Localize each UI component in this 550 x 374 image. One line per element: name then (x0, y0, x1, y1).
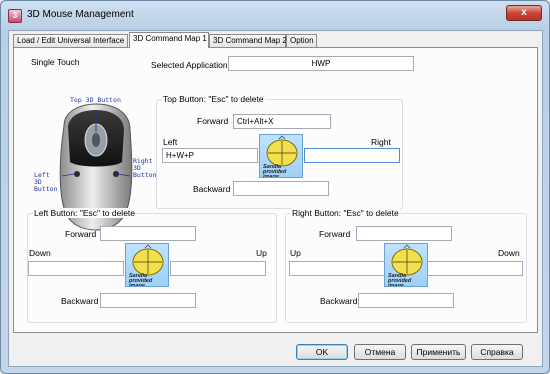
ok-button[interactable]: OK (296, 344, 348, 360)
top-left-field[interactable]: H+W+P (162, 148, 258, 163)
top-forward-label: Forward (197, 116, 229, 126)
right-backward-field[interactable] (358, 293, 454, 308)
left-preview-image: Sandia provided image (125, 243, 169, 287)
right-forward-label: Forward (319, 229, 351, 239)
help-button[interactable]: Справка (471, 344, 523, 360)
left-button-group: Left Button: "Esc" to delete Forward Dow… (27, 208, 277, 323)
right-up-label: Up (290, 248, 301, 258)
title-bar[interactable]: 3 3D Mouse Management x (1, 1, 549, 29)
left-up-label: Up (256, 248, 267, 258)
tab-option[interactable]: Option (286, 34, 317, 47)
right-label-line-3: Button (133, 171, 157, 179)
main-window: 3 3D Mouse Management x Load / Edit Univ… (0, 0, 550, 374)
window-title: 3D Mouse Management (27, 9, 134, 20)
selected-application-field[interactable]: HWP (228, 56, 414, 71)
selected-application-label: Selected Application (151, 60, 228, 70)
close-button[interactable]: x (506, 5, 542, 21)
top-preview-image: Sandia provided image (259, 134, 303, 178)
left-forward-field[interactable] (100, 226, 196, 241)
caption-line-3: image (263, 174, 279, 178)
tab-command-map-2[interactable]: 3D Command Map 2 (209, 34, 287, 47)
top-backward-field[interactable] (233, 181, 329, 196)
right-backward-label: Backward (320, 296, 358, 306)
tab-load-edit[interactable]: Load / Edit Universal Interface (13, 34, 128, 47)
right-preview-image: Sandia provided image (384, 243, 428, 287)
right-button-group-title: Right Button: "Esc" to delete (291, 208, 400, 218)
left-3d-button-label: Left 3D Button (34, 172, 57, 193)
right-preview-caption: Sandia provided image (388, 273, 426, 287)
left-down-label: Down (29, 248, 51, 258)
top-right-field[interactable] (304, 148, 400, 163)
top-backward-label: Backward (193, 184, 231, 194)
top-3d-button-label: Top 3D Button (70, 96, 121, 104)
left-preview-caption: Sandia provided image (129, 273, 167, 287)
top-right-label: Right (371, 137, 391, 147)
left-button-group-title: Left Button: "Esc" to delete (33, 208, 137, 218)
app-icon: 3 (8, 9, 22, 23)
left-backward-field[interactable] (100, 293, 196, 308)
top-left-label: Left (163, 137, 178, 147)
dialog-client: Load / Edit Universal Interface 3D Comma… (8, 30, 543, 367)
right-up-field[interactable] (289, 261, 385, 276)
caption-line-3: image (388, 283, 404, 287)
right-down-label: Down (498, 248, 520, 258)
left-forward-label: Forward (65, 229, 97, 239)
apply-button[interactable]: Применить (411, 344, 466, 360)
tab-command-map-1[interactable]: 3D Command Map 1 (129, 32, 209, 48)
right-down-field[interactable] (427, 261, 523, 276)
single-touch-label: Single Touch (31, 57, 80, 67)
left-up-field[interactable] (170, 261, 266, 276)
left-label-line-3: Button (34, 185, 58, 193)
left-down-field[interactable] (28, 261, 124, 276)
left-backward-label: Backward (61, 296, 99, 306)
right-forward-field[interactable] (356, 226, 452, 241)
top-forward-field[interactable]: Ctrl+Alt+X (233, 114, 331, 129)
top-button-group-title: Top Button: "Esc" to delete (162, 94, 265, 104)
right-button-group: Right Button: "Esc" to delete Forward Up… (285, 208, 527, 323)
cancel-button[interactable]: Отмена (354, 344, 406, 360)
caption-line-3: image (129, 283, 145, 287)
top-preview-caption: Sandia provided image (263, 164, 301, 178)
top-button-group: Top Button: "Esc" to delete Forward Ctrl… (156, 94, 403, 209)
right-3d-button-label: Right 3D Button (133, 158, 156, 179)
command-map-panel: Single Touch Selected Application HWP To… (13, 47, 538, 333)
